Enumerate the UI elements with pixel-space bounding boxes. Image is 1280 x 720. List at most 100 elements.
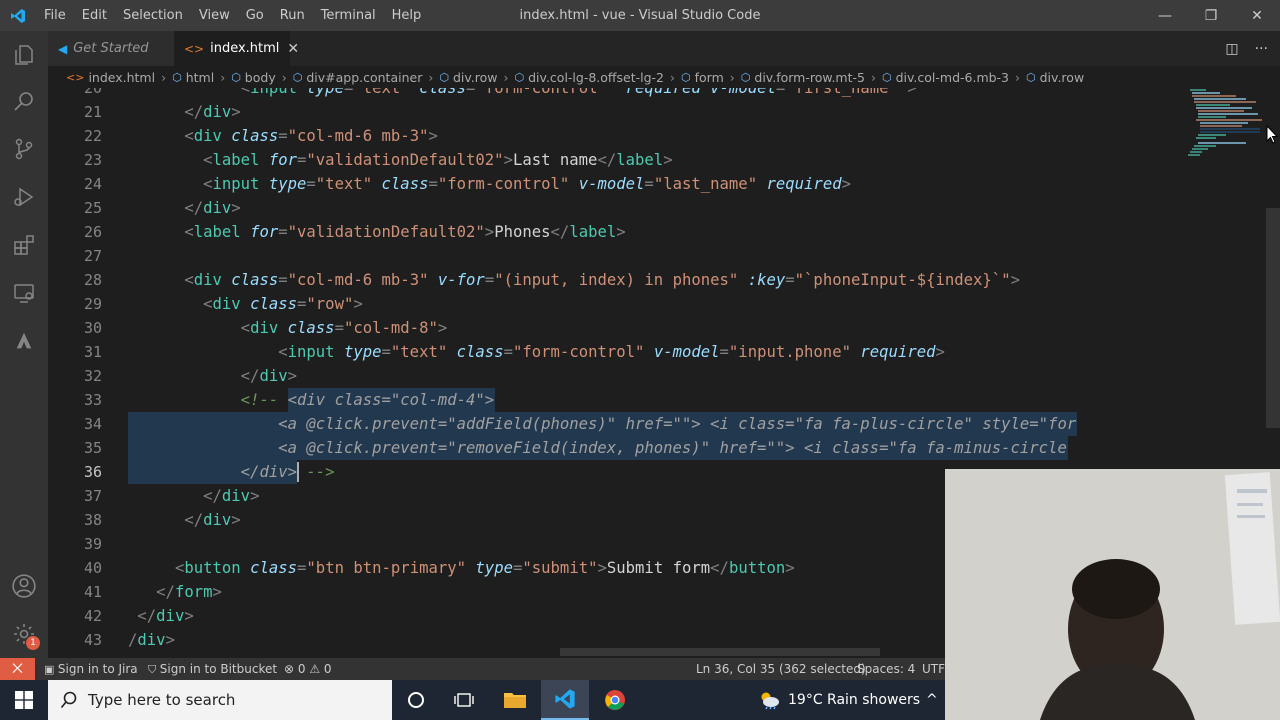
code-line[interactable]: 34 <a @click.prevent="addField(phones)" … [48, 412, 1188, 436]
code-token: = [297, 295, 307, 313]
code-line[interactable]: 35 <a @click.prevent="removeField(index,… [48, 436, 1188, 460]
file-explorer-icon[interactable] [491, 680, 539, 720]
menu-run[interactable]: Run [272, 0, 313, 31]
remote-explorer-icon[interactable] [0, 269, 48, 317]
menu-view[interactable]: View [191, 0, 238, 31]
run-debug-icon[interactable] [0, 173, 48, 221]
code-line[interactable]: 28 <div class="col-md-6 mb-3" v-for="(in… [48, 268, 1188, 292]
problems-indicator[interactable]: ⊗ 0 ⚠ 0 [284, 658, 332, 680]
remote-indicator-icon[interactable]: ⨉ [0, 658, 35, 680]
start-button[interactable] [0, 680, 48, 720]
explorer-icon[interactable] [0, 31, 48, 79]
source-control-icon[interactable] [0, 125, 48, 173]
tray-expand-icon[interactable]: ^ [926, 680, 938, 720]
line-number: 32 [83, 367, 102, 385]
chevron-right-icon: › [729, 69, 735, 85]
code-line[interactable]: 27 [48, 244, 1188, 268]
code-token: v-model [653, 343, 720, 361]
vscode-taskbar-icon[interactable] [541, 680, 589, 720]
bitbucket-signin[interactable]: ⛉ Sign in to Bitbucket [148, 658, 277, 680]
code-token: = [278, 223, 288, 241]
jira-signin[interactable]: ▣ Sign in to Jira [44, 658, 138, 680]
cortana-icon[interactable] [392, 680, 440, 720]
more-actions-icon[interactable]: ··· [1255, 41, 1268, 57]
code-token: type [475, 559, 513, 577]
breadcrumb-item[interactable]: <> index.html › [66, 70, 172, 85]
taskbar-search[interactable]: Type here to search [48, 680, 392, 720]
breadcrumb-item[interactable]: ⬡ html › [172, 70, 231, 85]
menu-terminal[interactable]: Terminal [313, 0, 384, 31]
code-line[interactable]: 30 <div class="col-md-8"> [48, 316, 1188, 340]
scrollbar-thumb[interactable] [1266, 208, 1280, 428]
breadcrumb-item[interactable]: ⬡ body › [231, 70, 293, 85]
bitbucket-icon: ⛉ [148, 663, 160, 676]
code-token: > [897, 88, 917, 97]
account-icon[interactable] [0, 562, 48, 610]
extensions-icon[interactable] [0, 221, 48, 269]
line-number: 35 [83, 439, 102, 457]
restore-button[interactable]: ❐ [1188, 0, 1234, 31]
code-token: div [212, 295, 241, 313]
code-line[interactable]: 23 <label for="validationDefault02">Last… [48, 148, 1188, 172]
breadcrumb-item[interactable]: ⬡ div.col-lg-8.offset-lg-2 › [515, 70, 682, 85]
close-window-button[interactable]: ✕ [1234, 0, 1280, 31]
line-number: 25 [83, 199, 102, 217]
search-icon[interactable] [0, 77, 48, 125]
minimap[interactable] [1186, 88, 1266, 188]
weather-widget[interactable]: 19°C Rain showers [758, 680, 920, 720]
tab-index-html[interactable]: <> index.html ✕ [174, 31, 299, 66]
horizontal-scrollbar[interactable] [560, 648, 880, 656]
code-line[interactable]: 25 </div> [48, 196, 1188, 220]
code-token: < [184, 127, 194, 145]
minimize-button[interactable]: — [1142, 0, 1188, 31]
code-text: <label for="validationDefault02">Phones<… [128, 220, 625, 244]
code-line[interactable]: 21 </div> [48, 100, 1188, 124]
code-line[interactable]: 29 <div class="row"> [48, 292, 1188, 316]
menu-file[interactable]: File [36, 0, 74, 31]
code-line[interactable]: 22 <div class="col-md-6 mb-3"> [48, 124, 1188, 148]
code-line[interactable]: 33 <!-- <div class="col-md-4"> [48, 388, 1188, 412]
indentation[interactable]: Spaces: 4 [857, 658, 915, 680]
code-token: < [203, 295, 213, 313]
breadcrumb-item[interactable]: ⬡ form › [681, 70, 741, 85]
code-line[interactable]: 32 </div> [48, 364, 1188, 388]
split-editor-icon[interactable]: ◫ [1225, 41, 1238, 57]
code-token: "`phoneInput-${index}`" [794, 271, 1011, 289]
menu-help[interactable]: Help [384, 0, 430, 31]
menu-selection[interactable]: Selection [115, 0, 191, 31]
task-view-icon[interactable] [440, 680, 488, 720]
encoding[interactable]: UTF- [922, 658, 949, 680]
element-icon: ⬡ [514, 70, 525, 84]
cursor-position[interactable]: Ln 36, Col 35 (362 selected) [696, 658, 866, 680]
code-token: > [184, 607, 194, 625]
code-text: <a @click.prevent="addField(phones)" hre… [128, 412, 1076, 436]
menu-edit[interactable]: Edit [74, 0, 115, 31]
element-icon: ⬡ [740, 70, 751, 84]
atlassian-icon[interactable] [0, 317, 48, 365]
code-token: > [1010, 271, 1020, 289]
breadcrumb-label: div#app.container [306, 69, 423, 85]
code-line[interactable]: 20 <input type="text" class="form-contro… [48, 88, 1188, 100]
line-number: 21 [83, 103, 102, 121]
breadcrumb-item[interactable]: ⬡ div.row › [439, 70, 514, 85]
code-token: < [203, 175, 213, 193]
breadcrumb-item[interactable]: ⬡ div#app.container › [293, 70, 440, 85]
code-line[interactable]: 24 <input type="text" class="form-contro… [48, 172, 1188, 196]
code-token: </ [550, 223, 570, 241]
code-token: div [203, 511, 232, 529]
breadcrumb-item[interactable]: ⬡ div.row [1026, 70, 1084, 85]
code-line[interactable]: 26 <label for="validationDefault02">Phon… [48, 220, 1188, 244]
manage-gear-icon[interactable]: 1 [0, 610, 48, 658]
chrome-icon[interactable] [591, 680, 639, 720]
code-text: <div class="col-md-6 mb-3" v-for="(input… [128, 268, 1020, 292]
close-tab-icon[interactable]: ✕ [287, 41, 299, 57]
breadcrumb-item[interactable]: ⬡ div.form-row.mt-5 › [741, 70, 882, 85]
breadcrumb-item[interactable]: ⬡ div.col-md-6.mb-3 › [882, 70, 1026, 85]
code-line[interactable]: 31 <input type="text" class="form-contro… [48, 340, 1188, 364]
tab-get-started[interactable]: ◀ Get Started [48, 31, 174, 66]
menu-go[interactable]: Go [238, 0, 272, 31]
